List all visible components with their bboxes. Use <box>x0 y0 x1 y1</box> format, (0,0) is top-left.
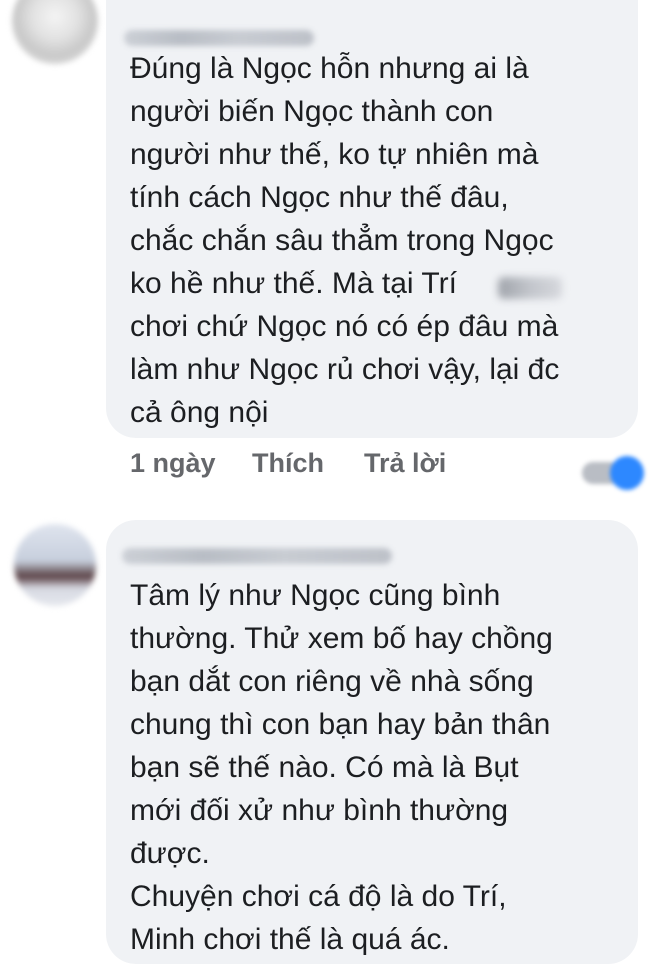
reply-link[interactable]: Trả lời <box>364 448 446 479</box>
avatar[interactable] <box>12 0 98 64</box>
comment-author-name-blurred[interactable] <box>124 30 314 46</box>
like-link[interactable]: Thích <box>252 448 324 479</box>
redacted-text-blur <box>498 277 562 299</box>
comment-thread: Đúng là Ngọc hỗn nhưng ai là người biến … <box>0 0 660 969</box>
reaction-count-badge[interactable] <box>582 456 648 490</box>
comment-text: Đúng là Ngọc hỗn nhưng ai là người biến … <box>130 52 560 429</box>
comment-text: Tâm lý như Ngọc cũng bình thường. Thử xe… <box>130 579 553 956</box>
like-reaction-icon <box>610 456 644 490</box>
avatar[interactable] <box>14 524 96 606</box>
comment-author-name-blurred[interactable] <box>122 548 392 564</box>
comment-timestamp[interactable]: 1 ngày <box>130 448 216 479</box>
